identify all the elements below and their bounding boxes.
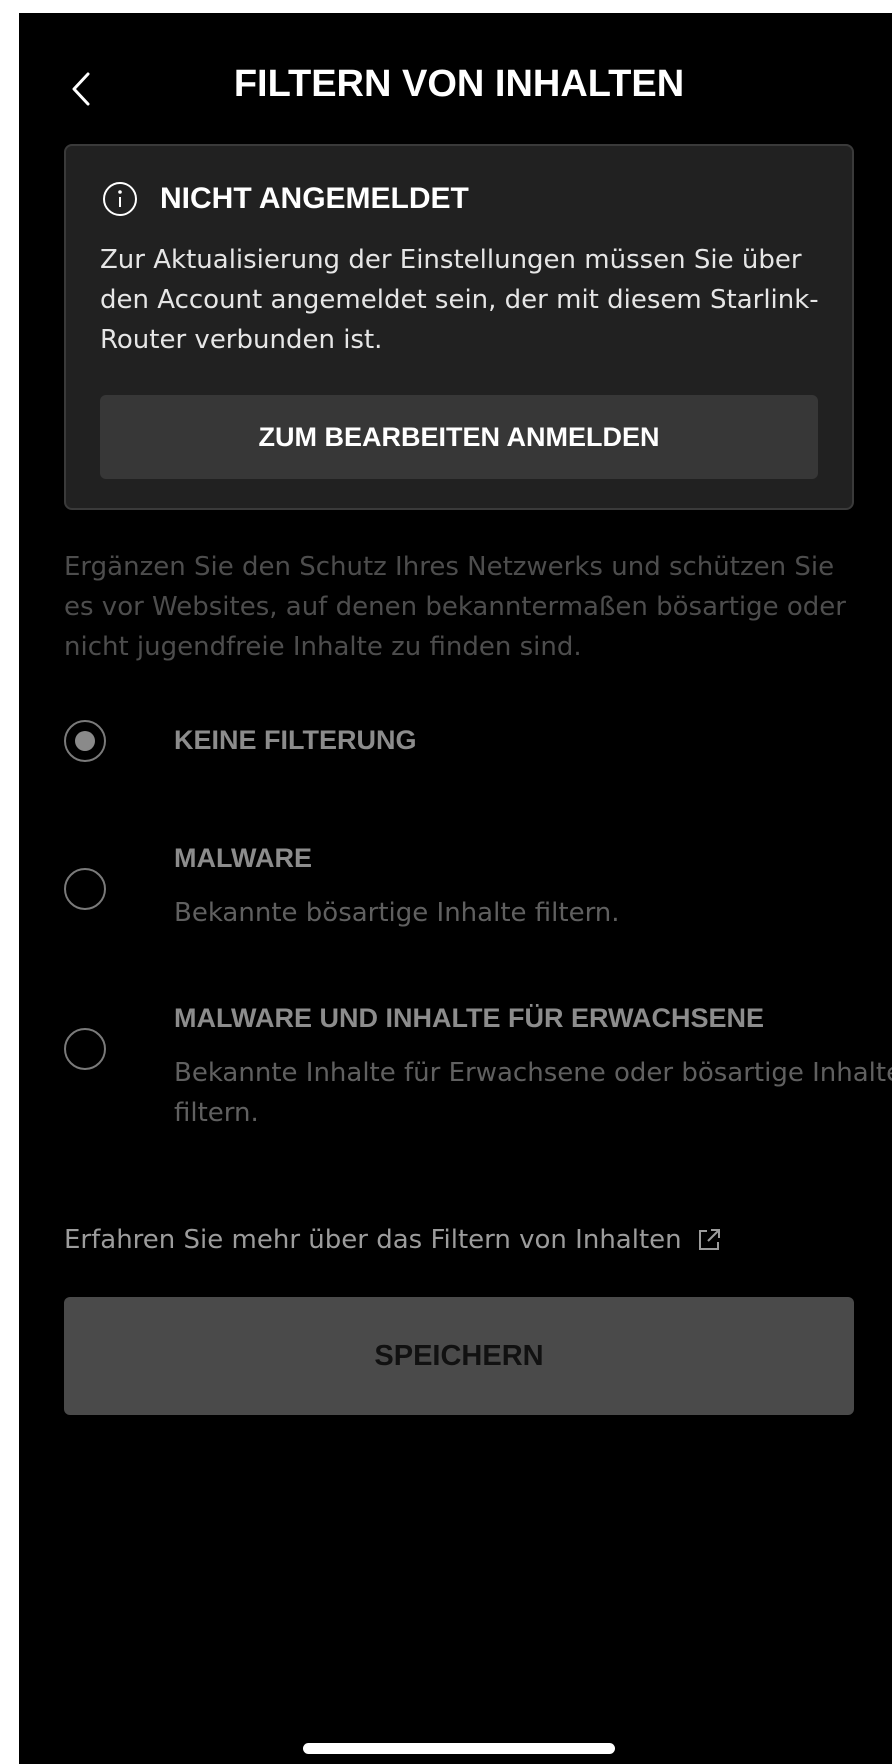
notice-header: NICHT ANGEMELDET xyxy=(102,181,469,217)
radio-malware-adult[interactable] xyxy=(64,1028,106,1070)
option-no-filtering[interactable]: KEINE FILTERUNG xyxy=(64,720,884,780)
option-label: KEINE FILTERUNG xyxy=(174,725,417,755)
page-title: FILTERN VON INHALTEN xyxy=(233,63,685,105)
intro-text: Ergänzen Sie den Schutz Ihres Netzwerks … xyxy=(64,552,846,662)
radio-malware[interactable] xyxy=(64,868,106,910)
radio-no-filtering[interactable] xyxy=(64,720,106,762)
option-malware[interactable]: MALWARE Bekannte bösartige Inhalte filte… xyxy=(64,843,884,953)
option-description: Bekannte bösartige Inhalte filtern. xyxy=(174,898,620,928)
save-button[interactable]: SPEICHERN xyxy=(64,1297,854,1415)
notice-body: Zur Aktualisierung der Einstellungen müs… xyxy=(100,245,819,355)
sign-in-to-edit-button[interactable]: ZUM BEARBEITEN ANMELDEN xyxy=(100,395,818,479)
option-label: MALWARE xyxy=(174,843,312,873)
option-malware-adult[interactable]: MALWARE UND INHALTE FÜR ERWACHSENE Bekan… xyxy=(64,1003,892,1143)
learn-more-link[interactable]: Erfahren Sie mehr über das Filtern von I… xyxy=(64,1225,722,1255)
learn-more-label: Erfahren Sie mehr über das Filtern von I… xyxy=(64,1225,682,1255)
option-description: Bekannte Inhalte für Erwachsene oder bös… xyxy=(174,1058,892,1128)
home-indicator[interactable] xyxy=(303,1743,615,1754)
option-label: MALWARE UND INHALTE FÜR ERWACHSENE xyxy=(174,1003,765,1033)
sign-in-notice: NICHT ANGEMELDET Zur Aktualisierung der … xyxy=(64,144,854,510)
screen: FILTERN VON INHALTEN NICHT ANGEMELDET Zu… xyxy=(19,13,892,1764)
notice-title: NICHT ANGEMELDET xyxy=(160,182,469,215)
info-icon xyxy=(103,182,137,216)
external-link-icon xyxy=(696,1227,722,1253)
